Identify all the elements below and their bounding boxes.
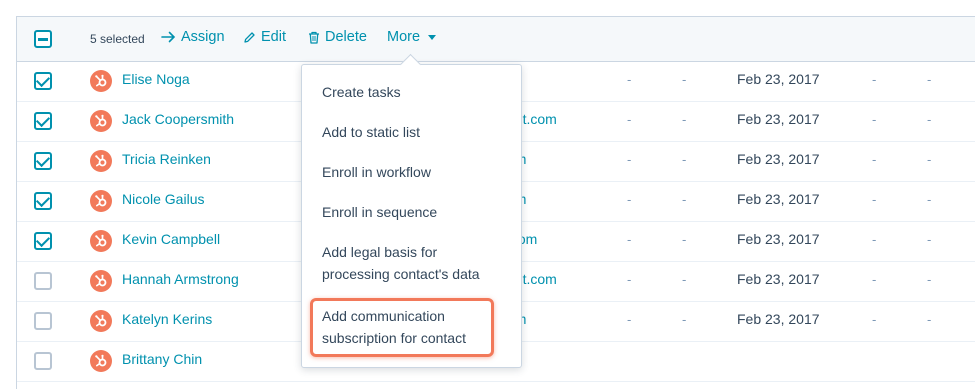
row-checkbox[interactable] — [34, 192, 52, 210]
contact-create-date: Feb 23, 2017 — [737, 311, 820, 327]
empty-cell: - — [872, 312, 877, 327]
empty-cell: - — [872, 232, 877, 247]
empty-cell: - — [872, 112, 877, 127]
empty-cell: - — [627, 112, 632, 127]
assign-label: Assign — [181, 29, 225, 45]
empty-cell: - — [927, 312, 932, 327]
hubspot-sprocket-icon — [90, 150, 112, 172]
contact-name-link[interactable]: Tricia Reinken — [122, 151, 211, 167]
select-all-checkbox[interactable] — [34, 30, 52, 48]
empty-cell: - — [927, 152, 932, 167]
contact-create-date: Feb 23, 2017 — [737, 191, 820, 207]
delete-label: Delete — [325, 29, 367, 45]
empty-cell: - — [927, 232, 932, 247]
hubspot-sprocket-icon — [90, 230, 112, 252]
hubspot-sprocket-icon — [90, 190, 112, 212]
empty-cell: - — [627, 72, 632, 87]
more-actions-menu: Create tasks Add to static list Enroll i… — [301, 64, 522, 368]
hubspot-sprocket-icon — [90, 310, 112, 332]
menu-item-add-legal-basis[interactable]: Add legal basis for processing contact's… — [322, 241, 502, 285]
chevron-down-icon — [428, 35, 437, 40]
empty-cell: - — [682, 192, 687, 207]
hubspot-sprocket-icon — [90, 110, 112, 132]
contact-name-link[interactable]: Hannah Armstrong — [122, 271, 239, 287]
row-checkbox[interactable] — [34, 72, 52, 90]
contact-name-link[interactable]: Nicole Gailus — [122, 191, 204, 207]
empty-cell: - — [627, 152, 632, 167]
empty-cell: - — [927, 112, 932, 127]
empty-cell: - — [627, 232, 632, 247]
contact-create-date: Feb 23, 2017 — [737, 271, 820, 287]
pencil-icon — [243, 31, 256, 44]
contact-name-link[interactable]: Brittany Chin — [122, 351, 202, 367]
empty-cell: - — [627, 192, 632, 207]
menu-item-add-to-static-list[interactable]: Add to static list — [322, 121, 502, 143]
menu-item-enroll-in-sequence[interactable]: Enroll in sequence — [322, 201, 502, 223]
empty-cell: - — [927, 272, 932, 287]
contact-create-date: Feb 23, 2017 — [737, 151, 820, 167]
menu-item-create-tasks[interactable]: Create tasks — [322, 81, 502, 103]
menu-item-add-communication-subscription[interactable]: Add communication subscription for conta… — [322, 305, 482, 349]
arrow-right-icon — [161, 31, 176, 43]
trash-icon — [308, 31, 320, 44]
more-label: More — [387, 29, 421, 45]
empty-cell: - — [872, 72, 877, 87]
row-checkbox[interactable] — [34, 112, 52, 130]
contact-name-link[interactable]: Jack Coopersmith — [122, 111, 234, 127]
empty-cell: - — [872, 192, 877, 207]
hubspot-sprocket-icon — [90, 350, 112, 372]
empty-cell: - — [927, 72, 932, 87]
row-checkbox[interactable] — [34, 152, 52, 170]
bulk-actions-toolbar: 5 selected Assign Edit Delete More — [17, 17, 975, 62]
empty-cell: - — [682, 72, 687, 87]
selected-count: 5 selected — [90, 32, 145, 46]
row-checkbox[interactable] — [34, 312, 52, 330]
contacts-table: 5 selected Assign Edit Delete More Elise… — [16, 16, 975, 389]
row-checkbox[interactable] — [34, 232, 52, 250]
contact-create-date: Feb 23, 2017 — [737, 231, 820, 247]
row-checkbox[interactable] — [34, 272, 52, 290]
row-checkbox[interactable] — [34, 352, 52, 370]
empty-cell: - — [627, 272, 632, 287]
contact-name-link[interactable]: Kevin Campbell — [122, 231, 220, 247]
empty-cell: - — [872, 272, 877, 287]
empty-cell: - — [682, 112, 687, 127]
menu-item-enroll-in-workflow[interactable]: Enroll in workflow — [322, 161, 502, 183]
contact-create-date: Feb 23, 2017 — [737, 111, 820, 127]
edit-button[interactable]: Edit — [243, 29, 286, 45]
empty-cell: - — [927, 192, 932, 207]
edit-label: Edit — [261, 29, 286, 45]
empty-cell: - — [682, 232, 687, 247]
assign-button[interactable]: Assign — [161, 29, 225, 45]
empty-cell: - — [682, 272, 687, 287]
more-button[interactable]: More — [387, 29, 437, 45]
contact-create-date: Feb 23, 2017 — [737, 71, 820, 87]
hubspot-sprocket-icon — [90, 270, 112, 292]
hubspot-sprocket-icon — [90, 70, 112, 92]
delete-button[interactable]: Delete — [308, 29, 367, 45]
empty-cell: - — [682, 312, 687, 327]
contact-name-link[interactable]: Elise Noga — [122, 71, 190, 87]
empty-cell: - — [682, 152, 687, 167]
contact-name-link[interactable]: Katelyn Kerins — [122, 311, 212, 327]
empty-cell: - — [627, 312, 632, 327]
empty-cell: - — [872, 152, 877, 167]
